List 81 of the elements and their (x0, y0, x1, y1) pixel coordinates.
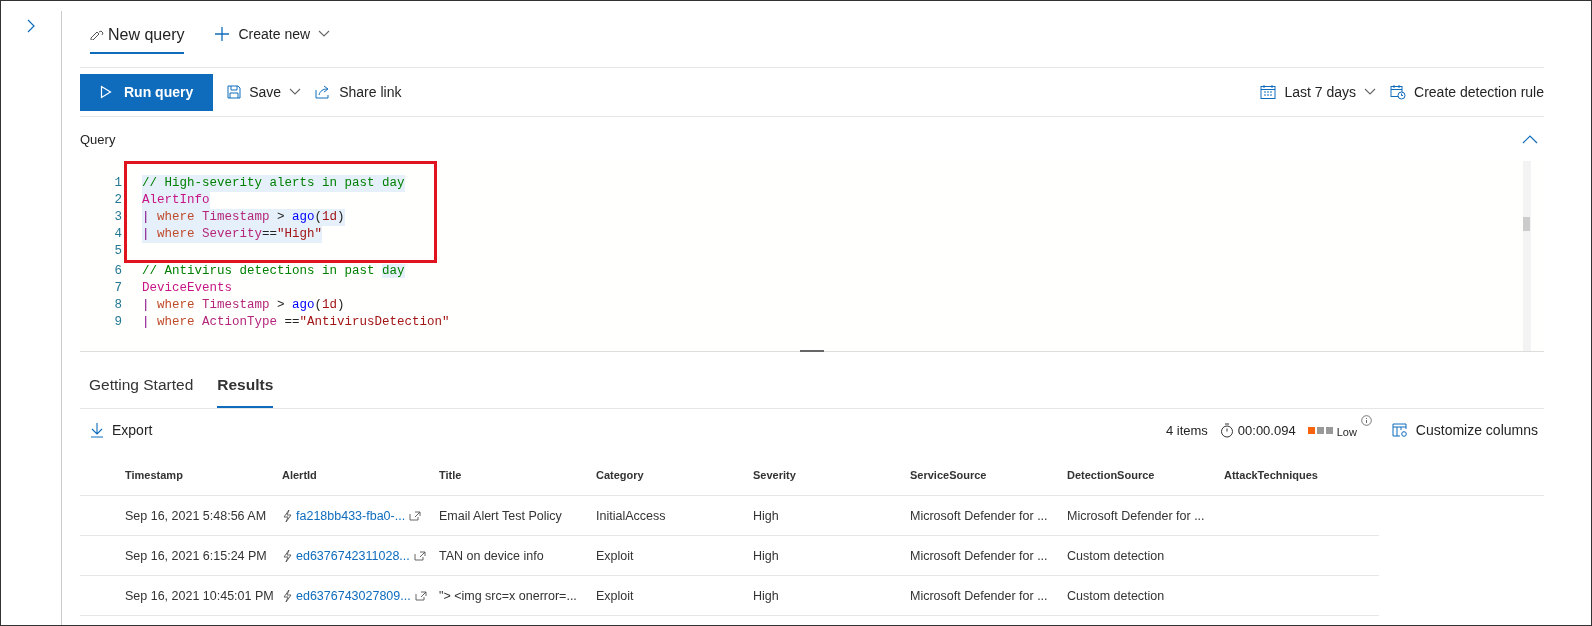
chevron-down-icon (318, 30, 331, 38)
chevron-down-icon (1364, 88, 1377, 96)
alert-id-link[interactable]: fa218bb433-fba0-... (296, 508, 406, 523)
resize-handle[interactable] (800, 350, 824, 352)
code-line: | where Timestamp > ago(1d) (142, 297, 345, 314)
line-number: 4 (114, 227, 122, 241)
scrollbar[interactable] (1523, 161, 1531, 351)
table-cell-text: InitialAccess (596, 508, 667, 523)
table-cell-text: Email Alert Test Policy (439, 508, 563, 523)
table-cell-text: High (753, 588, 780, 603)
chevron-up-icon (1522, 134, 1538, 144)
table-cell-text: Sep 16, 2021 10:45:01 PM (125, 588, 275, 603)
table-cell-text: High (753, 508, 780, 523)
item-count: 4 items (1165, 422, 1208, 438)
column-header[interactable]: ServiceSource (910, 469, 1067, 481)
highlighted-word: day (382, 264, 405, 278)
chevron-down-icon (289, 88, 302, 96)
table-cell-text: Sep 16, 2021 5:48:56 AM (125, 508, 268, 523)
results-tab[interactable]: Getting Started (89, 364, 194, 408)
query-tab[interactable]: New query (90, 14, 185, 54)
pencil-link-icon (90, 30, 104, 40)
calendar-icon (1260, 84, 1277, 100)
query-label: Query (80, 131, 116, 147)
lightning-icon (282, 548, 292, 563)
line-number: 5 (114, 244, 122, 258)
play-icon (100, 85, 112, 99)
table-settings-icon (1391, 422, 1408, 438)
table-cell-text: Exploit (596, 548, 635, 563)
code-line: DeviceEvents (142, 280, 232, 297)
line-number: 8 (114, 298, 122, 312)
create-detection-rule-button[interactable]: Create detection rule (1390, 76, 1544, 108)
open-external-icon (409, 510, 422, 521)
column-header[interactable]: AttackTechniques (1224, 469, 1381, 481)
plus-icon (214, 26, 231, 42)
table-cell-text: "> <img src=x onerror=... (439, 588, 578, 603)
code-line: // Antivirus detections in past day (142, 263, 405, 280)
column-header[interactable]: DetectionSource (1067, 469, 1224, 481)
share-link-button[interactable]: Share link (315, 76, 402, 108)
table-cell-text: Microsoft Defender for ... (910, 588, 1049, 603)
alert-id-link[interactable]: ed6376743027809... (296, 588, 411, 603)
column-header[interactable]: Timestamp (125, 469, 282, 481)
table-cell-text: Exploit (596, 588, 635, 603)
code-line: | where ActionType =="AntivirusDetection" (142, 314, 450, 331)
results-tab[interactable]: Results (217, 364, 274, 408)
line-number: 2 (114, 193, 122, 207)
query-duration: 00:00.094 (1237, 422, 1296, 438)
column-header[interactable]: Severity (753, 469, 910, 481)
lightning-icon (282, 508, 292, 523)
open-external-icon (413, 550, 426, 561)
table-cell-text: TAN on device info (439, 548, 545, 563)
line-number: 1 (114, 176, 122, 190)
create-new-button[interactable]: Create new (214, 18, 331, 50)
column-header[interactable]: Category (596, 469, 753, 481)
export-button[interactable]: Export (90, 414, 153, 446)
table-cell-text: Custom detection (1067, 548, 1166, 563)
time-range-dropdown[interactable]: Last 7 days (1260, 76, 1377, 108)
alert-id-link[interactable]: ed6376742311028... (296, 548, 410, 563)
save-button[interactable]: Save (227, 76, 302, 108)
line-number: 3 (114, 210, 122, 224)
open-external-icon (414, 590, 427, 601)
chevron-right-icon (27, 19, 35, 33)
table-cell-text: Sep 16, 2021 6:15:24 PM (125, 548, 268, 563)
customize-columns-button[interactable]: Customize columns (1391, 414, 1538, 446)
line-number: 7 (114, 281, 122, 295)
line-number: 9 (114, 315, 122, 329)
column-header[interactable]: AlertId (282, 469, 439, 481)
table-cell-text: High (753, 548, 780, 563)
lightning-icon (282, 588, 292, 603)
table-cell-text: Microsoft Defender for ... (1067, 508, 1206, 523)
table-cell-text: Custom detection (1067, 588, 1166, 603)
share-icon (315, 85, 332, 99)
download-icon (90, 422, 104, 438)
run-query-button[interactable]: Run query (80, 73, 214, 111)
usage-label: Low (1336, 425, 1357, 438)
stopwatch-icon (1219, 422, 1234, 438)
table-cell-text: Microsoft Defender for ... (910, 508, 1049, 523)
info-icon (1360, 414, 1372, 426)
table-cell-text: Microsoft Defender for ... (910, 548, 1049, 563)
line-number: 6 (114, 264, 122, 278)
calendar-clock-icon (1390, 84, 1407, 100)
column-header[interactable]: Title (439, 469, 596, 481)
